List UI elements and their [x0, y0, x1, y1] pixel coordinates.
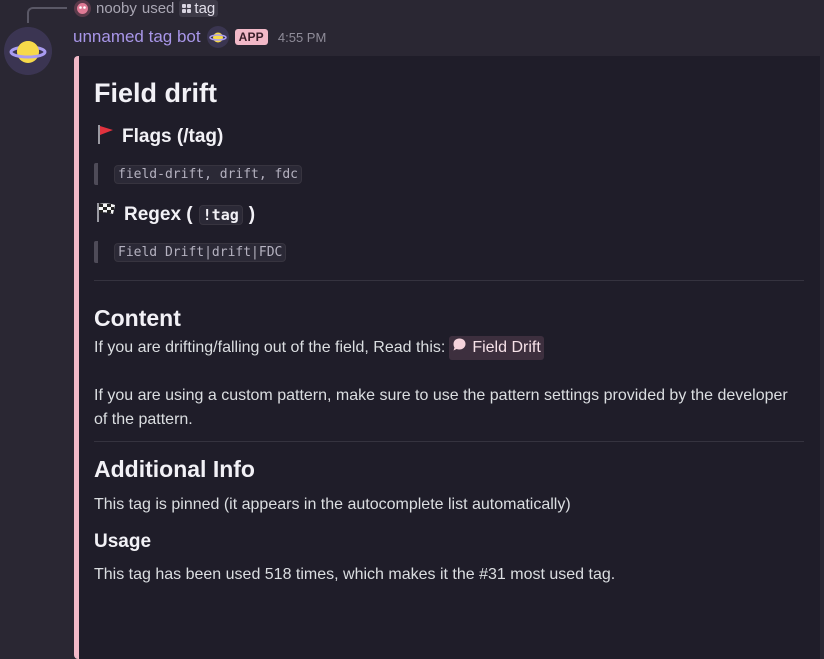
thread-mention-label: Field Drift [472, 339, 541, 356]
reply-user-avatar[interactable] [74, 0, 91, 17]
app-badge: APP [234, 29, 268, 45]
content-heading: Content [94, 305, 181, 331]
regex-heading-suffix: ) [248, 204, 256, 225]
red-flag-icon [94, 123, 116, 151]
speech-bubble-icon [452, 336, 467, 360]
flags-heading-text: Flags (/tag) [122, 126, 224, 147]
content-paragraph-1: If you are drifting/falling out of the f… [94, 336, 804, 360]
regex-heading-prefix: Regex ( [124, 204, 193, 225]
pinned-info-text: This tag is pinned (it appears in the au… [94, 496, 571, 513]
regex-blockquote: Field Drift|drift|FDC [94, 241, 804, 263]
usage-text: This tag has been used 518 times, which … [94, 566, 616, 583]
additional-info-heading: Additional Info [94, 456, 255, 482]
bot-planet-icon [206, 26, 229, 48]
flags-heading: Flags (/tag) [94, 123, 804, 151]
reply-context[interactable]: nooby used tag [74, 0, 219, 17]
flags-blockquote: field-drift, drift, fdc [94, 163, 804, 185]
author-name[interactable]: unnamed tag bot [73, 27, 201, 47]
tag-embed: Field drift Flags (/tag) field-drift, dr… [74, 56, 820, 659]
message-header: unnamed tag bot APP 4:55 PM [73, 26, 326, 48]
content-line-1: If you are drifting/falling out of the f… [94, 339, 446, 356]
regex-value: Field Drift|drift|FDC [114, 242, 287, 262]
content-paragraph-2: If you are using a custom pattern, make … [94, 387, 788, 428]
reply-connector [27, 7, 67, 23]
embed-title: Field drift [94, 78, 217, 108]
regex-heading: Regex ( !tag ) [94, 201, 804, 229]
reply-action: used [141, 0, 175, 17]
command-icon [182, 4, 192, 13]
checkered-flag-icon [94, 201, 118, 229]
thread-mention-link[interactable]: Field Drift [449, 336, 544, 360]
divider [94, 441, 804, 442]
reply-username[interactable]: nooby [96, 0, 137, 17]
slash-command-name: tag [194, 0, 216, 17]
usage-heading: Usage [94, 531, 152, 552]
slash-command-chip[interactable]: tag [179, 0, 219, 17]
regex-heading-code: !tag [198, 205, 243, 225]
bot-avatar[interactable] [4, 27, 52, 75]
flags-value: field-drift, drift, fdc [114, 164, 303, 184]
message-timestamp[interactable]: 4:55 PM [278, 30, 326, 45]
divider [94, 280, 804, 281]
